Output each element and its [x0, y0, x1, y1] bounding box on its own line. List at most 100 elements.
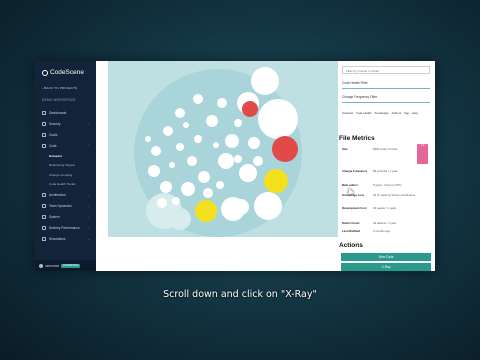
sidebar-item-dashboards[interactable]: Dashboards [35, 107, 96, 118]
file-circle[interactable] [183, 122, 189, 128]
view-mode-tabs: Hotspots Code Health Knowledge Authors A… [342, 111, 418, 115]
package-circle[interactable] [169, 208, 191, 230]
team-icon [42, 203, 46, 208]
metric-key: Development Cost [342, 206, 367, 210]
hotspot-map[interactable] [108, 61, 338, 237]
chevron-down-icon: ⌄ [87, 236, 90, 241]
file-circle[interactable] [193, 94, 203, 104]
view-code-button[interactable]: View Code [341, 253, 431, 261]
user-icon [39, 263, 43, 268]
x-ray-button[interactable]: X-Ray [341, 263, 431, 271]
sidebar-nav: Dashboards Security ⌄ Goals Code ⌃ Hotsp… [35, 107, 96, 244]
sidebar-item-delivery-performance[interactable]: Delivery Performance ⌄ [35, 222, 96, 233]
app-window: CodeScene ‹ BACK TO PROJECTS DEMO WORKSP… [35, 61, 435, 271]
change-frequency-filter-label: Change Frequency Filter [342, 95, 378, 99]
sidebar-item-goals[interactable]: Goals [35, 129, 96, 140]
file-circle[interactable] [258, 99, 298, 139]
sidebar-item-label: Team Dynamics [49, 203, 72, 208]
target-icon [42, 132, 46, 137]
tab-code-health[interactable]: Code Health [356, 111, 372, 115]
file-circle[interactable] [175, 108, 185, 118]
file-circle[interactable] [233, 199, 249, 215]
chevron-down-icon: ⌄ [87, 203, 90, 208]
file-circle[interactable] [148, 165, 160, 177]
file-circle[interactable] [234, 119, 242, 127]
file-circle[interactable] [151, 146, 161, 156]
chevron-down-icon: ⌄ [87, 121, 90, 126]
hotspot-file-circle[interactable] [264, 169, 288, 193]
tab-hotspots[interactable]: Hotspots [342, 111, 353, 115]
file-circle[interactable] [187, 156, 197, 166]
file-circle[interactable] [157, 198, 167, 208]
sidebar-item-label: Dashboards [49, 110, 67, 115]
code-health-filter-slider[interactable] [342, 88, 430, 89]
sidebar-item-system[interactable]: System ⌄ [35, 211, 96, 222]
module-filter-input[interactable]: Filter by module or folder [342, 66, 430, 74]
user-menu[interactable]: username ENTERPRISE [35, 260, 96, 271]
file-circle[interactable] [181, 182, 195, 196]
project-name: DEMO WORKSPACE [42, 98, 76, 102]
architecture-icon [42, 192, 46, 197]
file-circle[interactable] [213, 142, 219, 148]
file-metrics-heading: File Metrics [339, 135, 375, 142]
sidebar-item-label: Code [49, 143, 57, 148]
file-circle[interactable] [239, 164, 257, 182]
file-circle[interactable] [160, 181, 172, 193]
file-circle[interactable] [169, 162, 175, 168]
file-circle[interactable] [198, 171, 210, 183]
sidebar-item-security[interactable]: Security ⌄ [35, 118, 96, 129]
file-circle[interactable] [216, 181, 224, 189]
hotspot-file-circle[interactable] [195, 200, 217, 222]
metric-key: Main author [342, 183, 358, 187]
sidebar-item-architecture[interactable]: Architecture ⌄ [35, 189, 96, 200]
sidebar-item-label: Delivery Performance [49, 225, 80, 230]
sidebar-item-label: Architecture [49, 192, 67, 197]
tab-authors[interactable]: Authors [391, 111, 401, 115]
hotspot-file-circle[interactable] [272, 136, 298, 162]
metric-value: 29 weeks / 1 years [373, 206, 397, 210]
file-circle[interactable] [172, 197, 180, 205]
tab-help[interactable]: Help [412, 111, 418, 115]
file-circle[interactable] [251, 67, 279, 95]
tab-age[interactable]: Age [404, 111, 409, 115]
chevron-down-icon: ⌄ [87, 192, 90, 197]
actions-heading: Actions [339, 242, 363, 249]
file-circle[interactable] [248, 137, 260, 149]
file-circle[interactable] [163, 126, 173, 136]
file-circle[interactable] [194, 135, 202, 143]
file-circle[interactable] [176, 143, 184, 151]
sidebar-item-team-dynamics[interactable]: Team Dynamics ⌄ [35, 200, 96, 211]
video-caption: Scroll down and click on "X-Ray" [163, 289, 317, 300]
metric-key: Knowledge Loss [342, 193, 365, 197]
back-to-projects-link[interactable]: ‹ BACK TO PROJECTS [42, 86, 77, 90]
sidebar-item-code[interactable]: Code ⌃ [35, 140, 96, 151]
file-circle[interactable] [145, 136, 151, 142]
file-circle[interactable] [254, 192, 282, 220]
file-circle[interactable] [225, 134, 239, 148]
metric-value: 29 % made by former contributors [373, 193, 416, 197]
file-circle[interactable] [218, 153, 234, 169]
change-frequency-filter-slider[interactable] [342, 102, 430, 103]
user-name: username [45, 263, 60, 268]
tab-knowledge[interactable]: Knowledge [375, 111, 389, 115]
file-circle[interactable] [203, 188, 213, 198]
file-circle[interactable] [253, 156, 263, 166]
sidebar-subitem-hotspots[interactable]: Hotspots [35, 151, 96, 161]
shield-icon [42, 121, 46, 126]
metric-value: 89 commits / 1 year [373, 169, 398, 173]
plan-badge: ENTERPRISE [61, 263, 81, 268]
sidebar-item-simulations[interactable]: Simulations ⌄ [35, 233, 96, 244]
back-label: BACK TO PROJECTS [44, 86, 78, 90]
hotspot-circles[interactable] [108, 61, 338, 237]
sidebar-subitem-refactoring-targets[interactable]: Refactoring Targets [35, 161, 96, 171]
sidebar-subitem-code-health-trends[interactable]: Code Health Trends [35, 180, 96, 190]
metric-key: Defect Count [342, 221, 360, 225]
chevron-down-icon: ⌄ [87, 225, 90, 230]
file-circle[interactable] [206, 115, 218, 127]
hotspot-file-circle[interactable] [242, 101, 258, 117]
details-panel: Filter by module or folder Code Health F… [338, 61, 435, 271]
file-circle[interactable] [217, 98, 227, 108]
brand-logo[interactable]: CodeScene [42, 69, 84, 76]
file-circle[interactable] [234, 155, 242, 163]
sidebar-subitem-change-coupling[interactable]: Change Coupling [35, 170, 96, 180]
